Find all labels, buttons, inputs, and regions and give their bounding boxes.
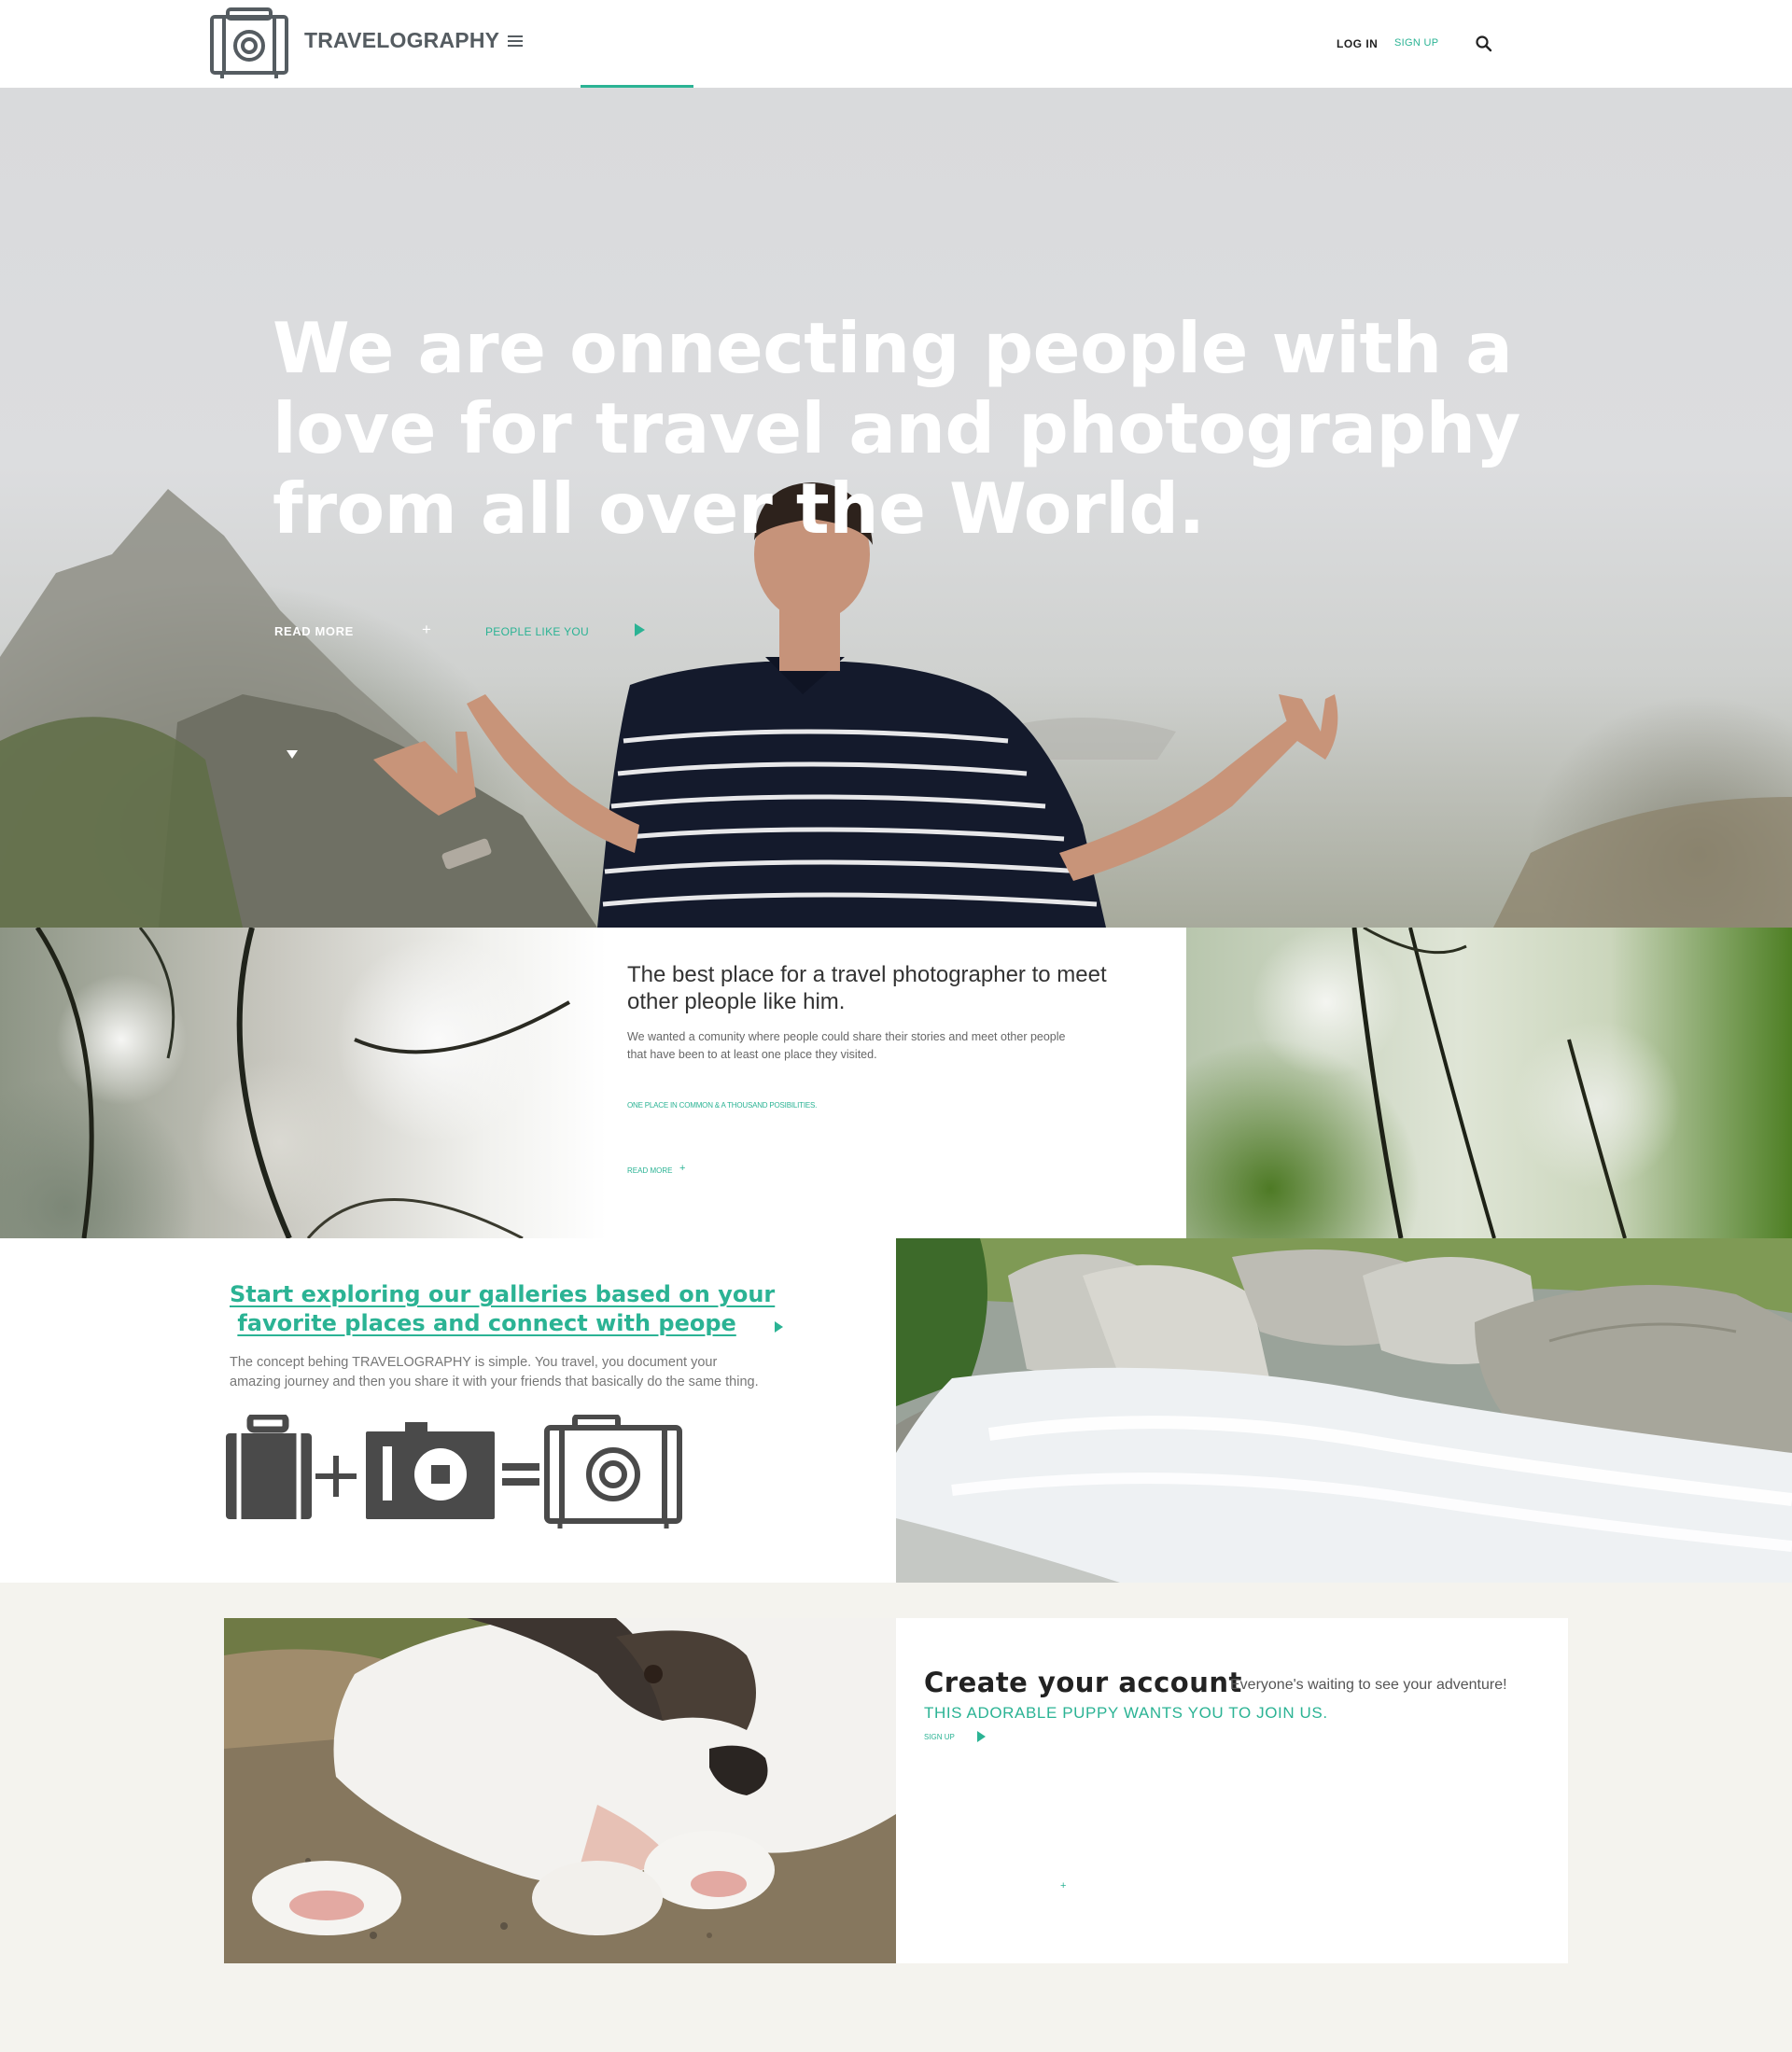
people-like-you-link[interactable]: PEOPLE LIKE YOU bbox=[485, 625, 589, 638]
hero-section: We are onnecting people with a love for … bbox=[0, 88, 1792, 928]
bokeh-photo-left bbox=[0, 928, 607, 1238]
puppy-photo bbox=[224, 1618, 896, 1963]
login-link[interactable]: LOG IN bbox=[1337, 37, 1378, 50]
suitcase-icon bbox=[226, 1415, 312, 1519]
plus-icon[interactable]: + bbox=[422, 621, 431, 639]
intro-description: We wanted a comunity where people could … bbox=[627, 1030, 1066, 1061]
puppy-tagline: THIS ADORABLE PUPPY WANTS YOU TO JOIN US… bbox=[924, 1704, 1328, 1722]
plus-icon[interactable]: + bbox=[1060, 1880, 1066, 1891]
chevron-down-icon[interactable] bbox=[287, 750, 298, 759]
create-account-subtitle: Everyone's waiting to see your adventure… bbox=[1230, 1677, 1507, 1693]
create-account-heading: Create your account bbox=[924, 1667, 1242, 1698]
play-icon[interactable] bbox=[977, 1731, 986, 1742]
explore-heading-line-1[interactable]: Start exploring our galleries based on y… bbox=[230, 1281, 775, 1307]
equals-icon bbox=[502, 1463, 539, 1486]
read-more-link[interactable]: READ MORE bbox=[274, 624, 354, 638]
hero-heading: We are onnecting people with a love for … bbox=[273, 307, 1520, 550]
waterfall-photo[interactable] bbox=[896, 1238, 1792, 1583]
play-icon[interactable] bbox=[635, 623, 645, 636]
intro-heading: The best place for a travel photographer… bbox=[627, 962, 1107, 1014]
intro-read-more-link[interactable]: READ MORE bbox=[627, 1166, 672, 1175]
bokeh-photo-right bbox=[1186, 928, 1792, 1238]
site-header: TRAVELOGRAPHY LOG IN SIGN UP bbox=[0, 0, 1792, 89]
play-icon[interactable] bbox=[775, 1321, 783, 1333]
signup-link[interactable]: SIGN UP bbox=[1394, 37, 1438, 49]
explore-heading-link[interactable]: Start exploring our galleries based on y… bbox=[230, 1280, 808, 1338]
plus-icon bbox=[315, 1456, 357, 1497]
explore-description: The concept behing TRAVELOGRAPHY is simp… bbox=[230, 1355, 759, 1389]
explore-heading-line-2[interactable]: favorite places and connect with peope bbox=[237, 1310, 735, 1336]
card-signup-link[interactable]: SIGN UP bbox=[924, 1733, 955, 1741]
plus-icon[interactable]: + bbox=[679, 1163, 685, 1174]
travel-camera-icon bbox=[544, 1415, 682, 1529]
logo-camera-suitcase-icon[interactable] bbox=[209, 7, 289, 78]
search-icon[interactable] bbox=[1475, 35, 1493, 53]
camera-icon bbox=[366, 1422, 495, 1519]
brand-name[interactable]: TRAVELOGRAPHY bbox=[304, 28, 499, 53]
concept-formula bbox=[226, 1415, 682, 1529]
menu-icon[interactable] bbox=[508, 35, 523, 49]
intro-tagline: ONE PLACE IN COMMON & A THOUSAND POSIBIL… bbox=[627, 1101, 818, 1110]
